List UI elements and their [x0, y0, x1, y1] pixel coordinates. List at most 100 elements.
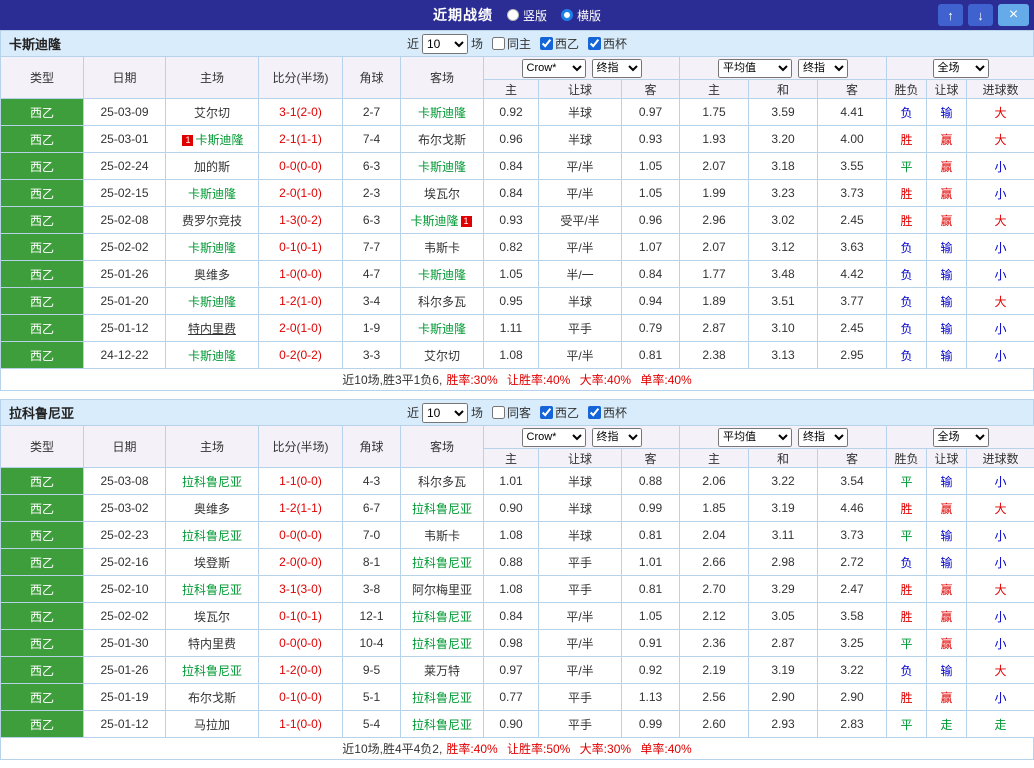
team-link[interactable]: 卡斯迪隆 [418, 268, 466, 282]
result-cell: 小 [967, 234, 1034, 261]
scope-select[interactable]: 全场 [933, 428, 989, 447]
matches-label: 场 [471, 35, 483, 52]
date-cell: 25-01-30 [84, 630, 166, 657]
team-link[interactable]: 埃登斯 [194, 556, 230, 570]
recent-count-select[interactable]: 10 [422, 403, 468, 423]
league-checkbox[interactable] [540, 406, 553, 419]
team-link[interactable]: 拉科鲁尼亚 [412, 637, 472, 651]
team-link[interactable]: 拉科鲁尼亚 [182, 475, 242, 489]
filter-league[interactable]: 西乙 [540, 35, 579, 52]
team-link[interactable]: 费罗尔竞技 [182, 214, 242, 228]
team-link[interactable]: 阿尔梅里亚 [412, 583, 472, 597]
move-down-button[interactable]: ↓ [968, 4, 993, 26]
team-link[interactable]: 埃瓦尔 [194, 610, 230, 624]
odds-cell: 平手 [539, 711, 622, 738]
team-link[interactable]: 卡斯迪隆 [188, 349, 236, 363]
subcol-result: 胜负 [887, 80, 927, 99]
team-link[interactable]: 韦斯卡 [424, 241, 460, 255]
team-link[interactable]: 拉科鲁尼亚 [182, 583, 242, 597]
corner-cell: 7-0 [343, 522, 401, 549]
avg-odds-cell: 2.47 [818, 576, 887, 603]
average-select[interactable]: 平均值 [718, 428, 792, 447]
score-cell: 2-1(1-1) [259, 126, 343, 153]
team-link[interactable]: 布尔戈斯 [418, 133, 466, 147]
team-link[interactable]: 拉科鲁尼亚 [412, 610, 472, 624]
team-link[interactable]: 奥维多 [194, 502, 230, 516]
view-horizontal-label: 横版 [577, 7, 601, 24]
cup-checkbox[interactable] [588, 406, 601, 419]
average-select[interactable]: 平均值 [718, 59, 792, 78]
team-link[interactable]: 拉科鲁尼亚 [412, 718, 472, 732]
away-team-cell: 拉科鲁尼亚 [401, 603, 484, 630]
team-link[interactable]: 特内里费 [188, 637, 236, 651]
move-up-button[interactable]: ↑ [938, 4, 963, 26]
team-link[interactable]: 布尔戈斯 [188, 691, 236, 705]
bookmaker-select[interactable]: Crow* [522, 59, 586, 78]
bookmaker-select[interactable]: Crow* [522, 428, 586, 447]
team-link[interactable]: 科尔多瓦 [418, 295, 466, 309]
team-link[interactable]: 加的斯 [194, 160, 230, 174]
title-bar: 近期战绩 竖版 横版 ↑ ↓ × [0, 0, 1034, 30]
team-link[interactable]: 拉科鲁尼亚 [412, 556, 472, 570]
team-link[interactable]: 卡斯迪隆 [188, 241, 236, 255]
result-cell: 小 [967, 522, 1034, 549]
team-link[interactable]: 艾尔切 [424, 349, 460, 363]
scope-select[interactable]: 全场 [933, 59, 989, 78]
summary-stats: 胜率:30% 让胜率:40% 大率:40% 单率:40% [446, 371, 691, 388]
score-cell: 1-0(0-0) [259, 261, 343, 288]
result-cell: 输 [927, 99, 967, 126]
team-link[interactable]: 卡斯迪隆 [195, 133, 243, 147]
team-link[interactable]: 艾尔切 [194, 106, 230, 120]
cup-checkbox[interactable] [588, 37, 601, 50]
filter-same-venue[interactable]: 同客 [492, 404, 531, 421]
filter-same-venue[interactable]: 同主 [492, 35, 531, 52]
team-link[interactable]: 科尔多瓦 [418, 475, 466, 489]
league-checkbox[interactable] [540, 37, 553, 50]
team-link[interactable]: 埃瓦尔 [424, 187, 460, 201]
score-cell: 0-0(0-0) [259, 630, 343, 657]
avg-odds-cell: 3.59 [749, 99, 818, 126]
odds-stage-select[interactable]: 终指 [592, 428, 642, 447]
home-team-cell: 拉科鲁尼亚 [166, 468, 259, 495]
team-link[interactable]: 莱万特 [424, 664, 460, 678]
odds-cell: 0.82 [484, 234, 539, 261]
team-link[interactable]: 奥维多 [194, 268, 230, 282]
filter-cup[interactable]: 西杯 [588, 35, 627, 52]
team-link[interactable]: 卡斯迪隆 [410, 214, 458, 228]
avg-odds-cell: 4.00 [818, 126, 887, 153]
same-venue-checkbox[interactable] [492, 406, 505, 419]
date-cell: 25-01-26 [84, 261, 166, 288]
matches-table: 类型 日期 主场 比分(半场) 角球 客场 Crow* 终指 平均值 终指 [0, 56, 1034, 369]
team-link[interactable]: 拉科鲁尼亚 [182, 664, 242, 678]
radio-unselected-icon[interactable] [507, 9, 519, 21]
team-link[interactable]: 卡斯迪隆 [188, 187, 236, 201]
recent-count-select[interactable]: 10 [422, 34, 468, 54]
avg-stage-select[interactable]: 终指 [798, 59, 848, 78]
summary-stats: 胜率:40% 让胜率:50% 大率:30% 单率:40% [446, 740, 691, 757]
league-cell: 西乙 [1, 261, 84, 288]
avg-stage-select[interactable]: 终指 [798, 428, 848, 447]
filter-cup[interactable]: 西杯 [588, 404, 627, 421]
view-mode-vertical[interactable]: 竖版 [507, 7, 547, 24]
team-link[interactable]: 卡斯迪隆 [418, 160, 466, 174]
team-link[interactable]: 卡斯迪隆 [418, 106, 466, 120]
team-link[interactable]: 韦斯卡 [424, 529, 460, 543]
team-link[interactable]: 马拉加 [194, 718, 230, 732]
team-link[interactable]: 拉科鲁尼亚 [182, 529, 242, 543]
corner-cell: 3-4 [343, 288, 401, 315]
view-mode-horizontal[interactable]: 横版 [561, 7, 601, 24]
same-venue-checkbox[interactable] [492, 37, 505, 50]
odds-stage-select[interactable]: 终指 [592, 59, 642, 78]
filter-league[interactable]: 西乙 [540, 404, 579, 421]
odds-cell: 1.11 [484, 315, 539, 342]
score-cell: 1-2(0-0) [259, 657, 343, 684]
team-link[interactable]: 拉科鲁尼亚 [412, 502, 472, 516]
team-link[interactable]: 卡斯迪隆 [418, 322, 466, 336]
score-cell: 0-0(0-0) [259, 153, 343, 180]
result-cell: 平 [887, 630, 927, 657]
team-link[interactable]: 卡斯迪隆 [188, 295, 236, 309]
radio-selected-icon[interactable] [561, 9, 573, 21]
team-link[interactable]: 拉科鲁尼亚 [412, 691, 472, 705]
close-button[interactable]: × [998, 4, 1029, 26]
team-link[interactable]: 特内里费 [188, 322, 236, 336]
